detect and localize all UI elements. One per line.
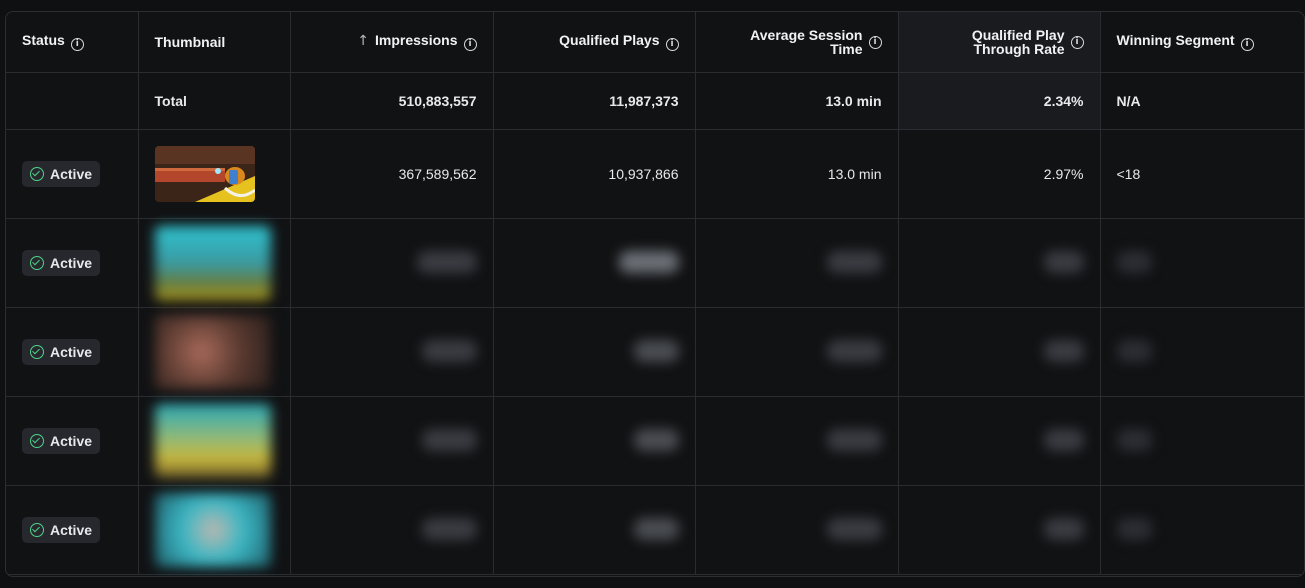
impressions-cell: 367,589,562	[290, 129, 494, 219]
check-circle-icon	[30, 523, 44, 537]
qualified-plays-cell	[493, 485, 696, 575]
header-row: Status i Thumbnail ↑ Impressions i Qualifie…	[6, 12, 1304, 73]
impressions-cell	[290, 307, 494, 397]
info-icon[interactable]: i	[1240, 38, 1254, 51]
thumbnail-image[interactable]	[154, 315, 271, 389]
avg-session-cell: 13.0 min	[695, 129, 899, 219]
qualified-plays-cell	[493, 396, 696, 486]
winning-segment-cell: <18	[1100, 129, 1304, 219]
qptr-header-line2: Through Rate	[973, 41, 1065, 57]
status-header-label: Status	[22, 32, 65, 48]
status-badge: Active	[22, 250, 101, 276]
total-impressions: 510,883,557	[290, 72, 494, 130]
qptr-header[interactable]: Qualified Play Through Rate i	[898, 12, 1101, 73]
avg-session-header[interactable]: Average Session Time i	[695, 12, 899, 73]
info-icon[interactable]: i	[665, 38, 679, 51]
status-label: Active	[50, 344, 93, 360]
status-badge: Active	[22, 428, 101, 454]
status-cell: Active	[6, 396, 139, 486]
impressions-cell	[290, 218, 494, 308]
total-winning-segment: N/A	[1100, 72, 1304, 130]
table-row[interactable]: Active	[6, 485, 1304, 575]
impressions-cell	[290, 396, 494, 486]
status-badge: Active	[22, 161, 101, 187]
info-icon[interactable]: i	[70, 38, 84, 51]
avg-session-cell	[695, 396, 899, 486]
info-icon[interactable]: i	[1070, 35, 1084, 49]
check-circle-icon	[30, 256, 44, 270]
impressions-cell	[290, 485, 494, 575]
avg-session-cell	[695, 218, 899, 308]
qualified-plays-cell: 10,937,866	[493, 129, 696, 219]
qptr-cell	[898, 396, 1101, 486]
total-status-cell	[6, 72, 139, 130]
status-header[interactable]: Status i	[6, 12, 139, 73]
winning-segment-cell	[1100, 307, 1304, 397]
arrow-up-icon[interactable]: ↑	[357, 34, 369, 48]
thumbnail-cell	[138, 307, 291, 397]
winning-segment-cell	[1100, 485, 1304, 575]
total-avg-session: 13.0 min	[695, 72, 899, 130]
check-circle-icon	[30, 434, 44, 448]
thumbnail-image[interactable]	[154, 146, 255, 202]
check-circle-icon	[30, 345, 44, 359]
table-row[interactable]: Active 367,589,562 10,937,866 13.0 min 2…	[6, 129, 1304, 219]
status-label: Active	[50, 255, 93, 271]
thumbnail-cell	[138, 218, 291, 308]
status-cell: Active	[6, 218, 139, 308]
qptr-cell: 2.97%	[898, 129, 1101, 219]
avg-session-header-line1: Average Session	[750, 27, 863, 43]
total-qualified-plays: 11,987,373	[493, 72, 696, 130]
winning-segment-header-label: Winning Segment	[1116, 32, 1235, 48]
qualified-plays-cell	[493, 218, 696, 308]
check-circle-icon	[30, 167, 44, 181]
avg-session-header-line2: Time	[830, 41, 863, 57]
thumbnail-performance-table: Status i Thumbnail ↑ Impressions i Qualifie…	[6, 12, 1304, 575]
total-row: Total 510,883,557 11,987,373 13.0 min 2.…	[6, 72, 1304, 130]
qptr-cell	[898, 485, 1101, 575]
status-label: Active	[50, 433, 93, 449]
qualified-plays-header-label: Qualified Plays	[559, 32, 660, 48]
status-cell: Active	[6, 485, 139, 575]
winning-segment-cell	[1100, 396, 1304, 486]
total-label: Total	[138, 72, 291, 130]
thumbnail-cell	[138, 485, 291, 575]
status-label: Active	[50, 522, 93, 538]
table-row[interactable]: Active	[6, 307, 1304, 397]
qualified-plays-header[interactable]: Qualified Plays i	[493, 12, 696, 73]
status-badge: Active	[22, 517, 101, 543]
info-icon[interactable]: i	[868, 35, 882, 49]
table-row[interactable]: Active	[6, 396, 1304, 486]
qptr-header-line1: Qualified Play	[971, 27, 1065, 43]
thumbnail-cell	[138, 396, 291, 486]
table-row[interactable]: Active	[6, 218, 1304, 308]
total-qptr: 2.34%	[898, 72, 1101, 130]
thumbnail-image[interactable]	[154, 226, 271, 300]
status-cell: Active	[6, 129, 139, 219]
status-label: Active	[50, 166, 93, 182]
thumbnail-header: Thumbnail	[138, 12, 291, 73]
campaign-table-container: Status i Thumbnail ↑ Impressions i Qualifie…	[5, 11, 1305, 577]
impressions-header-label: Impressions	[375, 32, 458, 48]
info-icon[interactable]: i	[463, 38, 477, 51]
status-cell: Active	[6, 307, 139, 397]
qptr-cell	[898, 218, 1101, 308]
thumbnail-image[interactable]	[154, 493, 271, 567]
avg-session-cell	[695, 307, 899, 397]
winning-segment-cell	[1100, 218, 1304, 308]
impressions-header[interactable]: ↑ Impressions i	[290, 12, 494, 73]
thumbnail-cell	[138, 129, 291, 219]
avg-session-cell	[695, 485, 899, 575]
winning-segment-header[interactable]: Winning Segment i	[1100, 12, 1304, 73]
qptr-cell	[898, 307, 1101, 397]
thumbnail-header-label: Thumbnail	[154, 34, 226, 50]
status-badge: Active	[22, 339, 101, 365]
qualified-plays-cell	[493, 307, 696, 397]
thumbnail-image[interactable]	[154, 404, 271, 478]
